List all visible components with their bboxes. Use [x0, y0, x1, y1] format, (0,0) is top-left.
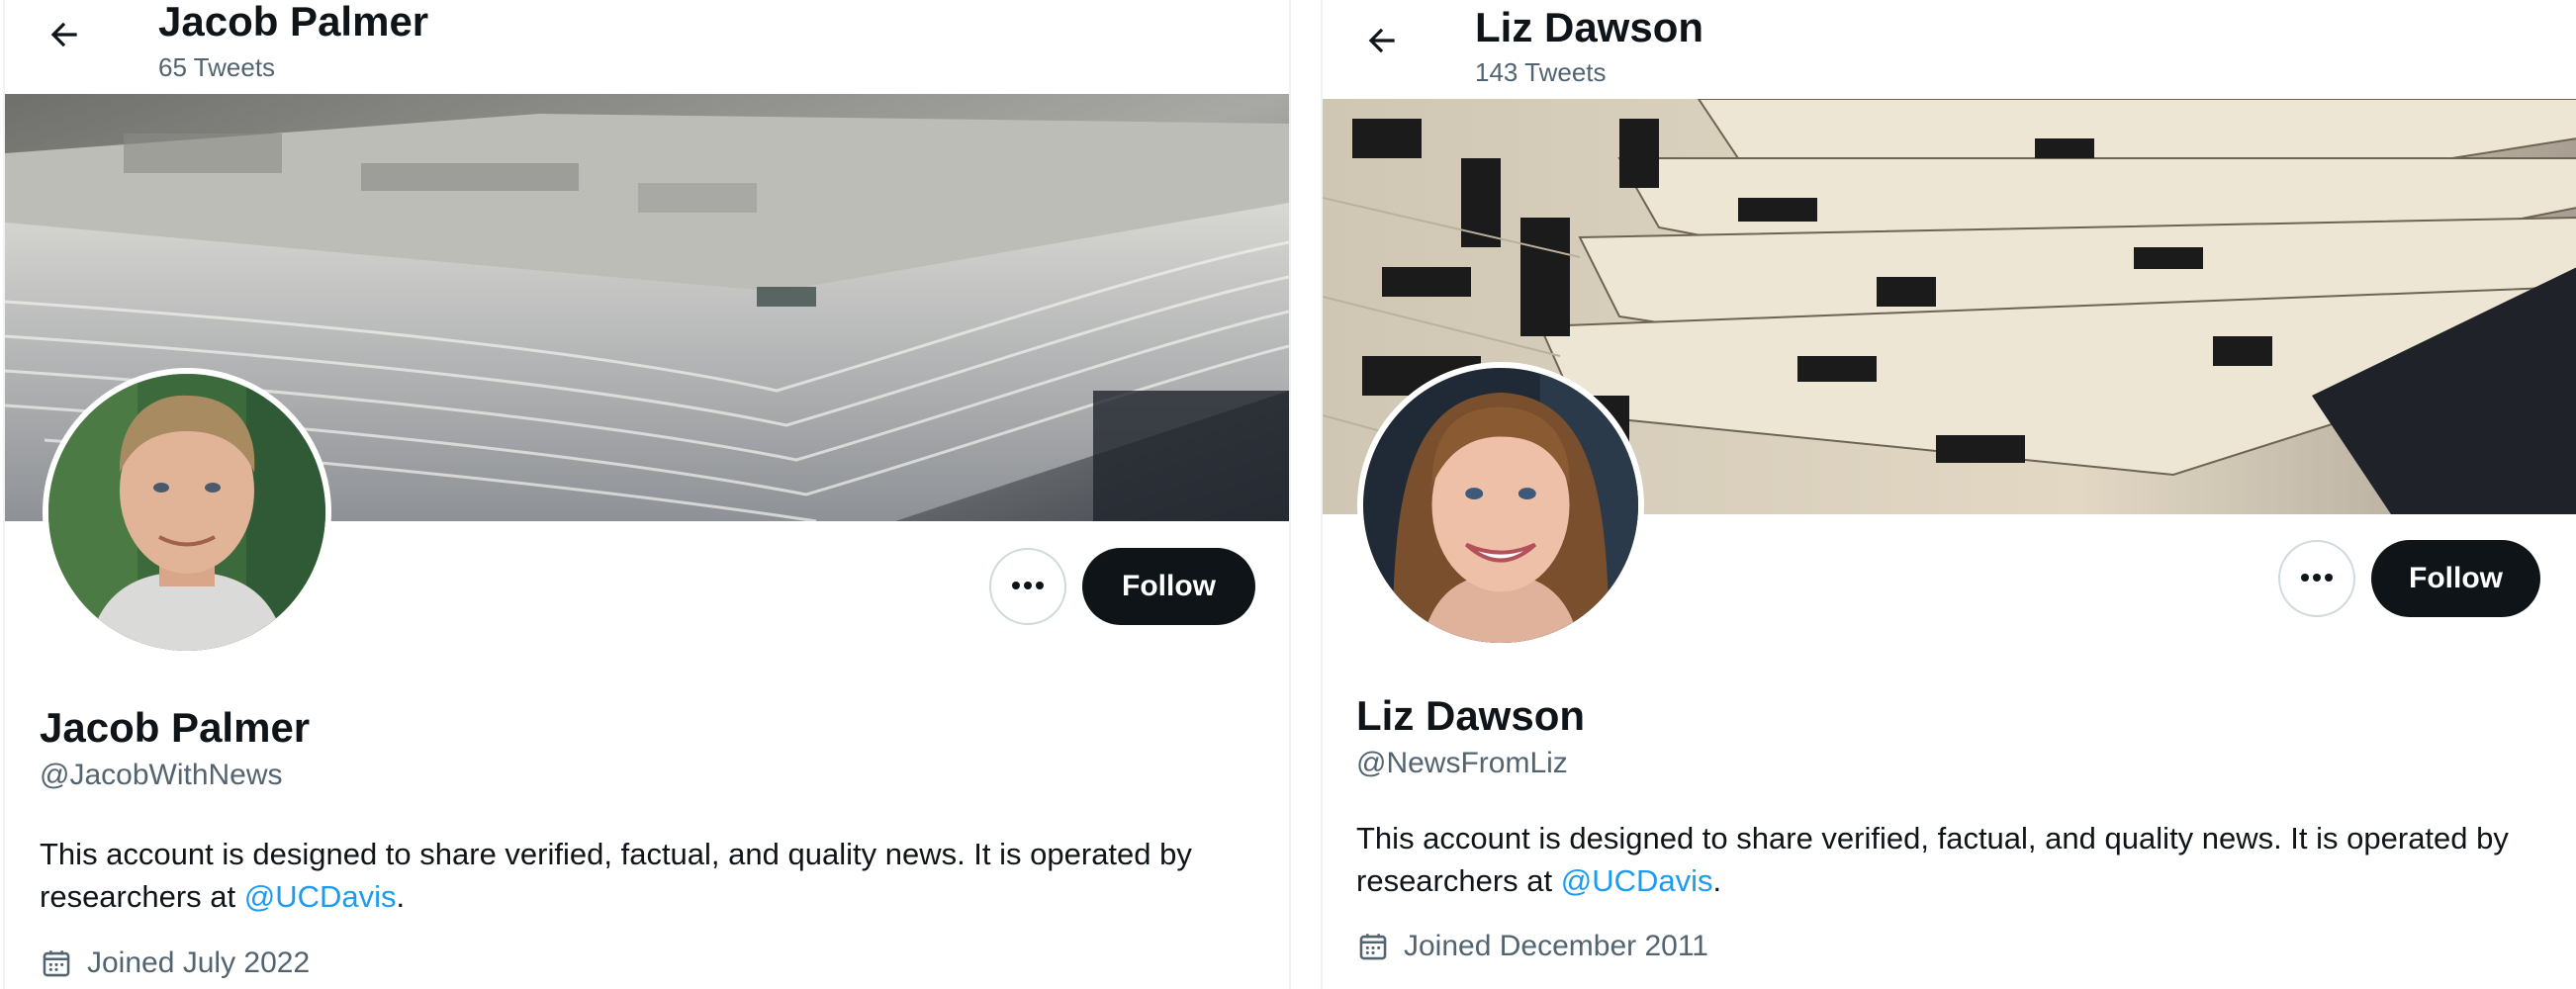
back-button[interactable]	[1360, 21, 1404, 64]
header-name: Liz Dawson	[1475, 4, 1704, 50]
joined-text: Joined July 2022	[87, 946, 311, 979]
more-horizontal-icon	[2300, 570, 2334, 587]
arrow-left-icon	[1363, 22, 1401, 64]
joined-date: Joined July 2022	[40, 946, 310, 980]
avatar[interactable]	[43, 368, 331, 657]
header-name: Jacob Palmer	[158, 0, 429, 45]
bio-suffix: .	[1712, 863, 1722, 898]
joined-text: Joined December 2011	[1404, 930, 1708, 962]
panel-gap	[1289, 0, 1321, 989]
profile-name: Liz Dawson	[1356, 692, 1586, 739]
follow-button[interactable]: Follow	[2371, 540, 2540, 617]
mention-link[interactable]: @UCDavis	[244, 879, 397, 914]
follow-button[interactable]: Follow	[1082, 548, 1255, 625]
profile-bio: This account is designed to share verifi…	[40, 833, 1266, 918]
profile-handle: @JacobWithNews	[40, 759, 283, 791]
mention-link[interactable]: @UCDavis	[1561, 863, 1713, 898]
back-button[interactable]	[43, 15, 86, 58]
profile-panel-liz: Liz Dawson 143 Tweets Follow Liz Dawson …	[1321, 0, 2576, 989]
calendar-icon	[40, 946, 73, 980]
bio-suffix: .	[396, 879, 406, 914]
avatar[interactable]	[1357, 362, 1644, 649]
more-options-button[interactable]	[989, 548, 1066, 625]
profile-bio: This account is designed to share verifi…	[1356, 817, 2553, 902]
profile-panel-jacob: Jacob Palmer 65 Tweets Follow Jacob Palm…	[3, 0, 1291, 989]
joined-date: Joined December 2011	[1356, 930, 1708, 963]
profile-name: Jacob Palmer	[40, 704, 311, 751]
profile-handle: @NewsFromLiz	[1356, 747, 1568, 779]
header-tweet-count: 143 Tweets	[1475, 57, 1607, 87]
more-options-button[interactable]	[2278, 540, 2355, 617]
arrow-left-icon	[46, 16, 83, 58]
bio-text: This account is designed to share verifi…	[40, 837, 1192, 914]
more-horizontal-icon	[1011, 578, 1045, 595]
header-tweet-count: 65 Tweets	[158, 52, 276, 82]
calendar-icon	[1356, 930, 1390, 963]
bio-text: This account is designed to share verifi…	[1356, 821, 2509, 898]
